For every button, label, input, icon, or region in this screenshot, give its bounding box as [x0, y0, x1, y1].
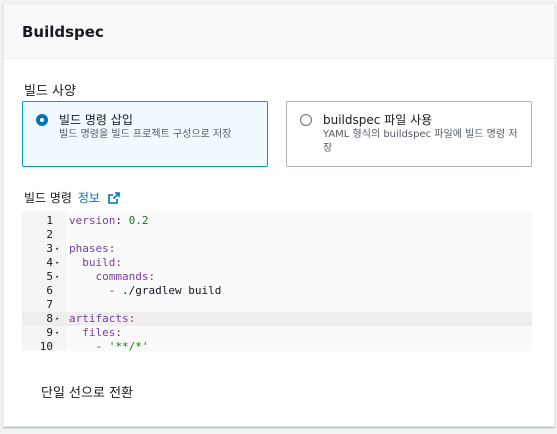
option-title: 빌드 명령 삽입 — [59, 113, 133, 127]
panel-title: Buildspec — [22, 23, 104, 41]
option-use-buildspec-file[interactable]: buildspec 파일 사용 YAML 형식의 buildspec 파일에 빌… — [286, 101, 532, 167]
line-number: 5 — [46, 270, 53, 283]
code-line: 6 - ./gradlew build — [22, 284, 532, 298]
fold-arrow-icon[interactable]: ▾ — [55, 270, 59, 284]
build-commands-label-text: 빌드 명령 — [24, 191, 72, 205]
fold-arrow-icon[interactable]: ▾ — [55, 242, 59, 256]
line-number: 8 — [46, 312, 53, 325]
code-text: - '**/*' — [69, 340, 149, 351]
line-number: 10 — [39, 340, 53, 351]
build-commands-label: 빌드 명령 정보 — [24, 189, 120, 206]
code-line: 10 - '**/*' — [22, 340, 532, 351]
radio-selected-icon[interactable] — [36, 114, 48, 126]
code-text: version: 0.2 — [69, 214, 149, 227]
code-line: 1 version: 0.2 — [22, 214, 532, 228]
buildspec-panel: Buildspec 빌드 사양 빌드 명령 삽입 빌드 명령을 빌드 프로젝트 … — [3, 3, 555, 427]
fold-arrow-icon[interactable]: ▾ — [55, 256, 59, 270]
option-insert-commands[interactable]: 빌드 명령 삽입 빌드 명령을 빌드 프로젝트 구성으로 저장 — [22, 101, 268, 167]
code-line: 5 ▾ commands: — [22, 270, 532, 284]
line-number: 9 — [46, 326, 53, 339]
option-title: buildspec 파일 사용 — [323, 113, 433, 127]
radio-unselected-icon[interactable] — [300, 114, 312, 126]
code-text: commands: — [69, 270, 156, 283]
code-line: 3 ▾ phases: — [22, 242, 532, 256]
code-text: phases: — [69, 242, 116, 255]
code-text: artifacts: — [69, 312, 136, 325]
switch-to-single-line-button[interactable]: 단일 선으로 전환 — [41, 382, 133, 401]
info-link[interactable]: 정보 — [78, 191, 100, 205]
build-spec-label: 빌드 사양 — [24, 84, 76, 99]
code-text: files: — [69, 326, 122, 339]
line-number: 2 — [46, 228, 53, 241]
code-line: 8 ▾ artifacts: — [22, 312, 532, 326]
external-link-icon[interactable] — [107, 192, 120, 204]
code-line: 9 ▾ files: — [22, 326, 532, 340]
line-number: 7 — [46, 298, 53, 311]
code-line: 7 — [22, 298, 532, 312]
line-number: 4 — [46, 256, 53, 269]
option-description: YAML 형식의 buildspec 파일에 빌드 명령 저장 — [323, 129, 518, 154]
code-line: 4 ▾ build: — [22, 256, 532, 270]
code-line: 2 — [22, 228, 532, 242]
code-text: build: — [69, 256, 122, 269]
line-number: 1 — [46, 214, 53, 227]
line-number: 6 — [46, 284, 53, 297]
fold-arrow-icon[interactable]: ▾ — [55, 326, 59, 340]
panel-header: Buildspec — [4, 4, 554, 59]
code-editor[interactable]: 1 version: 0.2 2 3 ▾ phases: 4 ▾ build: 5 ▾ comma… — [22, 211, 532, 351]
code-text: - ./gradlew build — [69, 284, 222, 297]
option-description: 빌드 명령을 빌드 프로젝트 구성으로 저장 — [59, 129, 232, 140]
line-number: 3 — [46, 242, 53, 255]
fold-arrow-icon[interactable]: ▾ — [55, 312, 59, 326]
